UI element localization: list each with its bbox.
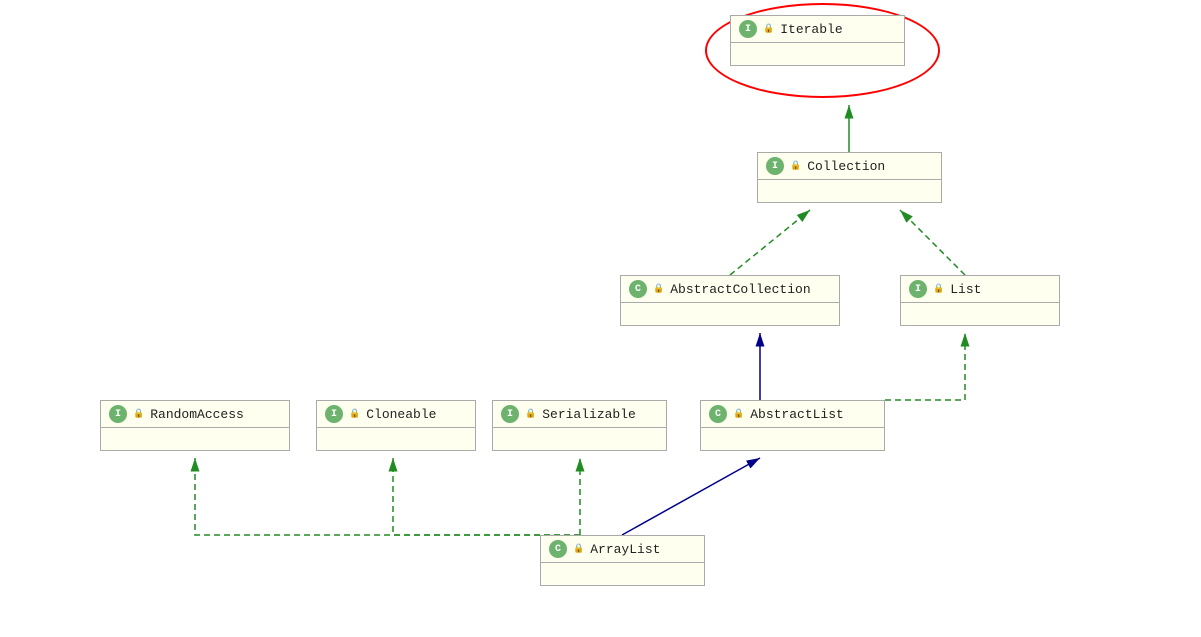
random-access-body <box>101 428 289 450</box>
iterable-label: Iterable <box>780 22 842 37</box>
random-access-box[interactable]: I 🔒 RandomAccess <box>100 400 290 451</box>
list-header: I 🔒 List <box>901 276 1059 303</box>
iterable-wrapper: I 🔒 Iterable <box>730 15 905 66</box>
cloneable-header: I 🔒 Cloneable <box>317 401 475 428</box>
serializable-box[interactable]: I 🔒 Serializable <box>492 400 667 451</box>
array-list-type-icon: C <box>549 540 567 558</box>
array-list-lock-icon: 🔒 <box>573 544 584 554</box>
abstract-list-header: C 🔒 AbstractList <box>701 401 884 428</box>
iterable-type-icon: I <box>739 20 757 38</box>
cloneable-type-icon: I <box>325 405 343 423</box>
collection-type-icon: I <box>766 157 784 175</box>
array-list-body <box>541 563 704 585</box>
list-type-icon: I <box>909 280 927 298</box>
array-list-label: ArrayList <box>590 542 660 557</box>
collection-label: Collection <box>807 159 885 174</box>
array-list-box[interactable]: C 🔒 ArrayList <box>540 535 705 586</box>
list-lock-icon: 🔒 <box>933 284 944 294</box>
abstract-collection-type-icon: C <box>629 280 647 298</box>
collection-body <box>758 180 941 202</box>
abstract-list-body <box>701 428 884 450</box>
iterable-lock-icon: 🔒 <box>763 24 774 34</box>
abstract-list-label: AbstractList <box>750 407 844 422</box>
cloneable-body <box>317 428 475 450</box>
abstract-list-box[interactable]: C 🔒 AbstractList <box>700 400 885 451</box>
list-label: List <box>950 282 981 297</box>
serializable-label: Serializable <box>542 407 636 422</box>
serializable-lock-icon: 🔒 <box>525 409 536 419</box>
random-access-lock-icon: 🔒 <box>133 409 144 419</box>
abstract-collection-box[interactable]: C 🔒 AbstractCollection <box>620 275 840 326</box>
random-access-header: I 🔒 RandomAccess <box>101 401 289 428</box>
abstract-list-lock-icon: 🔒 <box>733 409 744 419</box>
iterable-box[interactable]: I 🔒 Iterable <box>730 15 905 66</box>
collection-header: I 🔒 Collection <box>758 153 941 180</box>
serializable-type-icon: I <box>501 405 519 423</box>
collection-box[interactable]: I 🔒 Collection <box>757 152 942 203</box>
random-access-label: RandomAccess <box>150 407 244 422</box>
abstract-collection-lock-icon: 🔒 <box>653 284 664 294</box>
abstract-collection-header: C 🔒 AbstractCollection <box>621 276 839 303</box>
serializable-body <box>493 428 666 450</box>
random-access-type-icon: I <box>109 405 127 423</box>
abstract-collection-body <box>621 303 839 325</box>
diagram-container: I 🔒 Iterable I 🔒 Collection C 🔒 Abstract… <box>0 0 1201 637</box>
cloneable-lock-icon: 🔒 <box>349 409 360 419</box>
cloneable-box[interactable]: I 🔒 Cloneable <box>316 400 476 451</box>
serializable-header: I 🔒 Serializable <box>493 401 666 428</box>
list-box[interactable]: I 🔒 List <box>900 275 1060 326</box>
cloneable-label: Cloneable <box>366 407 436 422</box>
array-list-header: C 🔒 ArrayList <box>541 536 704 563</box>
iterable-header: I 🔒 Iterable <box>731 16 904 43</box>
iterable-body <box>731 43 904 65</box>
list-body <box>901 303 1059 325</box>
abstract-list-type-icon: C <box>709 405 727 423</box>
collection-lock-icon: 🔒 <box>790 161 801 171</box>
abstract-collection-label: AbstractCollection <box>670 282 810 297</box>
